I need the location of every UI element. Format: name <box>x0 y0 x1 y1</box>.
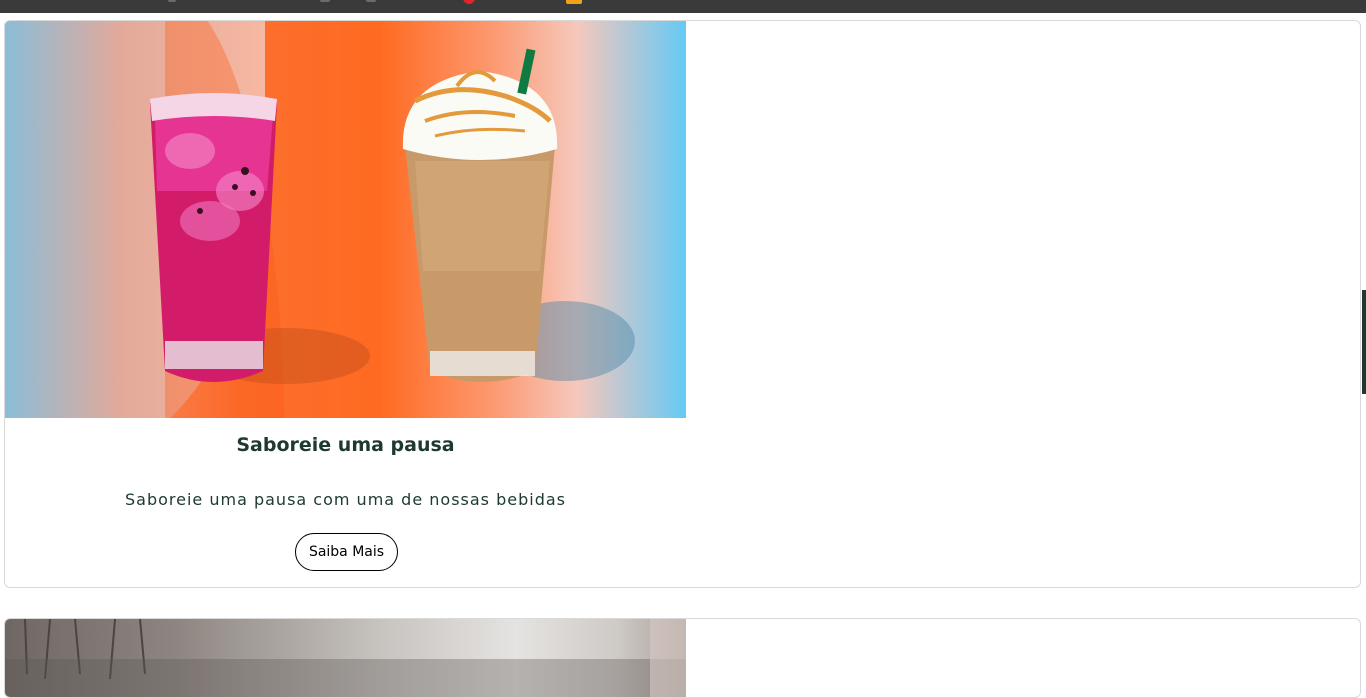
promo-image <box>5 21 686 418</box>
promo-card: Saboreie uma pausa Saboreie uma pausa co… <box>4 20 1361 588</box>
promo-description: Saboreie uma pausa com uma de nossas beb… <box>125 490 566 509</box>
store-illustration <box>5 619 686 697</box>
nav-text-fragment[interactable] <box>366 0 376 2</box>
nav-text-fragment[interactable] <box>320 0 330 2</box>
drinks-illustration <box>150 48 635 384</box>
pink-drink-glass <box>150 93 277 382</box>
gift-icon[interactable] <box>566 0 582 4</box>
notification-dot-icon[interactable] <box>463 0 475 4</box>
learn-more-button[interactable]: Saiba Mais <box>295 533 398 571</box>
promo-title: Saboreie uma pausa <box>236 434 455 456</box>
side-tab-handle[interactable] <box>1362 290 1366 394</box>
nav-icon-fragment[interactable] <box>168 0 176 2</box>
promo-card-2 <box>4 618 1361 698</box>
promo-image-2 <box>5 619 686 697</box>
frappuccino-glass <box>402 48 558 382</box>
top-navigation-bar <box>0 0 1366 13</box>
